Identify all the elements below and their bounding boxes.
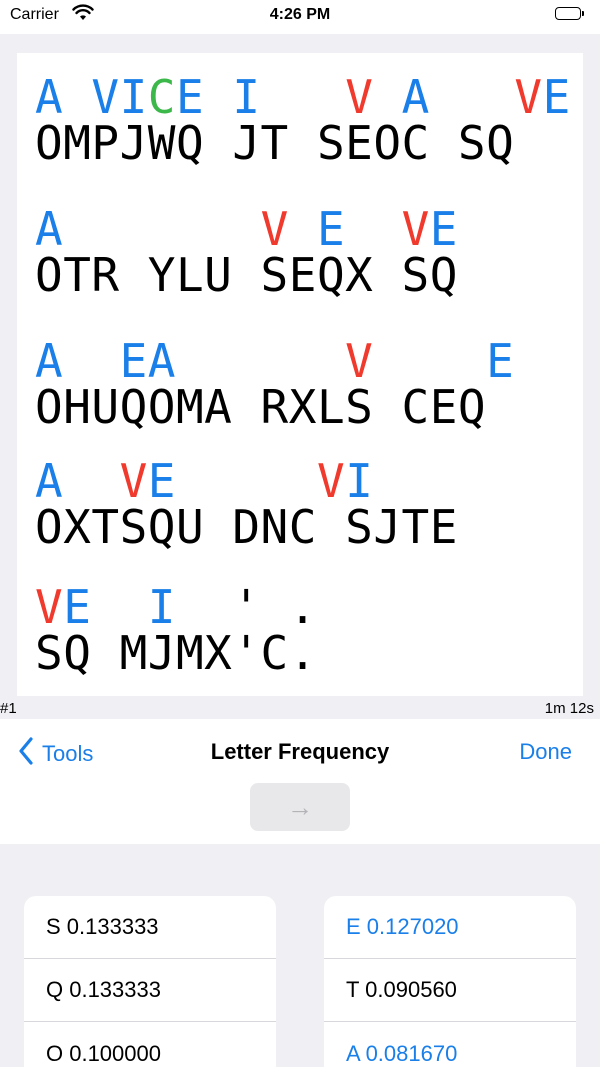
cipher-line-4[interactable]: OXTSQU DNC SJTE [35, 503, 458, 551]
arrow-right-icon: → [287, 791, 313, 822]
next-arrow-button[interactable]: → [250, 783, 350, 831]
puzzle-number: #1 [0, 700, 17, 717]
hint-letters: V [514, 70, 543, 124]
frequency-label: A 0.081670 [346, 1040, 458, 1066]
english-frequency-list: E 0.127020 T 0.090560 A 0.081670 [324, 896, 576, 1067]
elapsed-time: 1m 12s [544, 700, 594, 717]
frequency-label: S 0.133333 [46, 914, 159, 939]
list-item[interactable]: S 0.133333 [24, 896, 276, 959]
frequency-label: E 0.127020 [346, 914, 459, 939]
page-title: Letter Frequency [210, 739, 390, 764]
frequency-label: O 0.100000 [46, 1040, 161, 1066]
status-time: 4:26 PM [269, 6, 331, 23]
cipher-line-5[interactable]: SQ MJMX'C. [35, 629, 317, 677]
cipher-line-2[interactable]: OTR YLU SEQX SQ [35, 251, 458, 299]
cipher-line-3[interactable]: OHUQOMA RXLS CEQ [35, 383, 486, 431]
hint-letters: E [542, 70, 571, 124]
puzzle-board[interactable]: A VICE I V A VE OMPJWQ JT SEOC SQ A V E … [17, 53, 583, 696]
list-item[interactable]: O 0.100000 [24, 1022, 276, 1067]
list-item[interactable]: Q 0.133333 [24, 959, 276, 1022]
done-button[interactable]: Done [519, 739, 572, 765]
battery-icon [555, 7, 585, 22]
puzzle-frequency-list: S 0.133333 Q 0.133333 O 0.100000 [24, 896, 276, 1067]
hint-line-4: A VE VI [35, 457, 373, 505]
frequency-label: T 0.090560 [346, 977, 457, 1002]
list-item[interactable]: T 0.090560 [324, 959, 576, 1022]
tool-panel-header: Tools Letter Frequency Done → [0, 719, 600, 844]
puzzle-meta-row: #1 1m 12s [0, 697, 600, 719]
list-item[interactable]: E 0.127020 [324, 896, 576, 959]
hint-line-1: A VICE I V A VE [35, 73, 571, 121]
hint-letters: E [486, 334, 515, 388]
frequency-label: Q 0.133333 [46, 977, 161, 1002]
hint-line-2: A V E VE [35, 205, 458, 253]
hint-line-5: VE I ' . [35, 583, 317, 631]
hint-line-3: A EA V E [35, 337, 514, 385]
list-item[interactable]: A 0.081670 [324, 1022, 576, 1067]
status-bar: Carrier 4:26 PM [0, 0, 600, 34]
cipher-line-1[interactable]: OMPJWQ JT SEOC SQ [35, 119, 514, 167]
